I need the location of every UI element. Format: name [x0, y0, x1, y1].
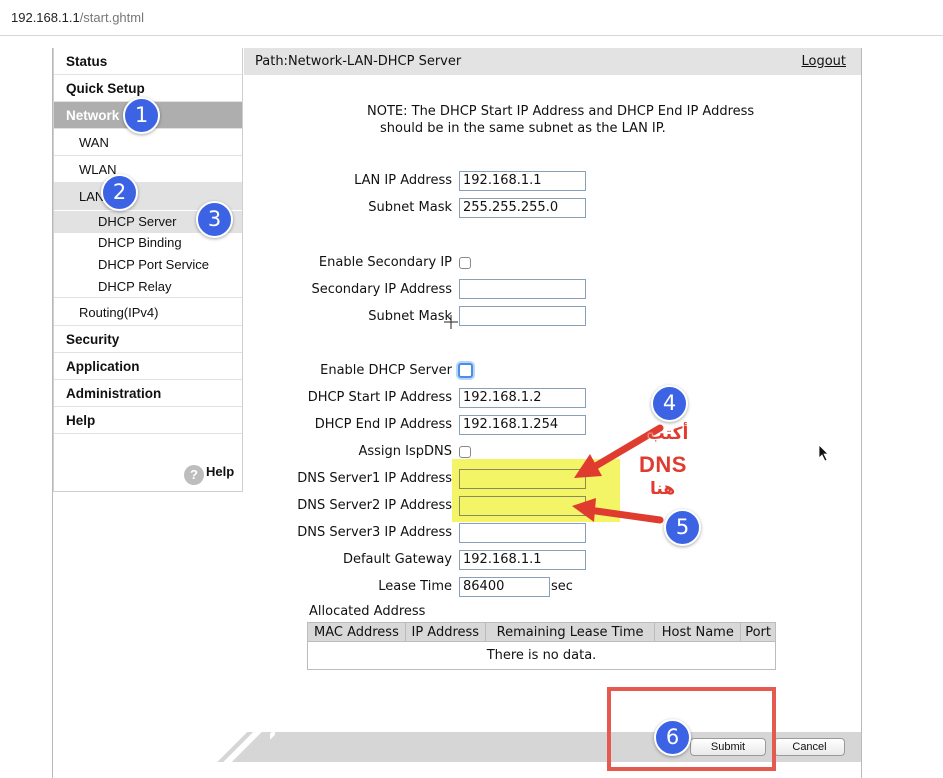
table-header-row: MAC Address IP Address Remaining Lease T… — [307, 622, 776, 642]
secondary-ip-input[interactable] — [459, 279, 586, 299]
sidebar-item-wan[interactable]: WAN — [54, 129, 242, 156]
subnet-mask-label: Subnet Mask — [368, 200, 452, 215]
lease-time-label: Lease Time — [378, 579, 452, 594]
column-header-host: Host Name — [654, 622, 742, 642]
table-empty-message: There is no data. — [307, 641, 776, 670]
secondary-subnet-mask-input[interactable] — [459, 306, 586, 326]
lease-time-input[interactable]: 86400 — [459, 577, 550, 597]
lan-ip-input[interactable]: 192.168.1.1 — [459, 171, 586, 191]
footer-corner — [215, 732, 270, 762]
dhcp-start-ip-label: DHCP Start IP Address — [307, 390, 452, 405]
lan-ip-label: LAN IP Address — [354, 173, 452, 188]
allocated-address-table: MAC Address IP Address Remaining Lease T… — [307, 622, 776, 670]
sidebar-item-security[interactable]: Security — [54, 326, 242, 353]
sidebar-item-help[interactable]: Help — [54, 407, 242, 434]
allocated-address-title: Allocated Address — [309, 604, 426, 619]
lease-time-unit: sec — [551, 579, 573, 594]
submit-highlight-box — [607, 687, 776, 771]
step-badge-6: 6 — [654, 719, 691, 756]
sidebar-item-wlan[interactable]: WLAN — [54, 156, 242, 183]
dns-server2-label: DNS Server2 IP Address — [297, 498, 452, 513]
annotation-dns: DNS — [639, 452, 687, 477]
step-badge-5: 5 — [664, 509, 701, 546]
path-header: Path:Network-LAN-DHCP Server Logout — [244, 48, 861, 75]
cancel-button[interactable]: Cancel — [774, 738, 845, 756]
dhcp-end-ip-label: DHCP End IP Address — [314, 417, 452, 432]
url-path: /start.ghtml — [79, 10, 144, 25]
help-link-label: Help — [206, 464, 235, 479]
enable-dhcp-server-label: Enable DHCP Server — [320, 363, 452, 378]
help-icon: ? — [184, 465, 204, 485]
dhcp-start-ip-input[interactable]: 192.168.1.2 — [459, 388, 586, 408]
step-badge-3: 3 — [196, 201, 233, 238]
help-link[interactable]: ? Help — [184, 464, 234, 485]
enable-dhcp-server-checkbox[interactable] — [458, 363, 473, 378]
dns-server3-label: DNS Server3 IP Address — [297, 525, 452, 540]
enable-secondary-ip-label: Enable Secondary IP — [318, 255, 452, 270]
url-host: 192.168.1.1 — [11, 10, 80, 25]
step-badge-2: 2 — [101, 174, 138, 211]
crosshair-cursor-icon — [444, 315, 458, 329]
url-text: 192.168.1.1/start.ghtml — [11, 10, 144, 25]
logout-link[interactable]: Logout — [801, 54, 846, 69]
column-header-ip: IP Address — [404, 622, 486, 642]
secondary-subnet-mask-label: Subnet Mask — [368, 309, 452, 324]
arrow-to-dns2-icon — [572, 498, 664, 524]
annotation-arabic-here: هنا — [650, 479, 676, 499]
default-gateway-input[interactable]: 192.168.1.1 — [459, 550, 586, 570]
annotation-arabic-write: أكتب — [647, 424, 689, 444]
sidebar-item-status[interactable]: Status — [54, 48, 242, 75]
column-header-port: Port — [740, 622, 776, 642]
default-gateway-label: Default Gateway — [342, 552, 452, 567]
breadcrumb: Path:Network-LAN-DHCP Server — [255, 54, 462, 69]
step-badge-1: 1 — [123, 97, 160, 134]
enable-secondary-ip-checkbox[interactable] — [459, 257, 471, 269]
table-row: There is no data. — [307, 641, 776, 670]
note-line-2: should be in the same subnet as the LAN … — [380, 121, 666, 136]
mouse-pointer-icon — [818, 444, 829, 462]
sidebar-item-application[interactable]: Application — [54, 353, 242, 380]
step-badge-4: 4 — [651, 385, 688, 422]
column-header-mac: MAC Address — [307, 622, 406, 642]
dns-server1-label: DNS Server1 IP Address — [297, 471, 452, 486]
note-line-1: NOTE: The DHCP Start IP Address and DHCP… — [367, 104, 755, 119]
sidebar-item-routing[interactable]: Routing(IPv4) — [54, 299, 242, 326]
sidebar-item-dhcp-relay[interactable]: DHCP Relay — [54, 276, 242, 298]
column-header-lease: Remaining Lease Time — [484, 622, 656, 642]
address-bar[interactable]: 192.168.1.1/start.ghtml — [0, 0, 943, 36]
subnet-mask-input[interactable]: 255.255.255.0 — [459, 198, 586, 218]
secondary-ip-label: Secondary IP Address — [311, 282, 452, 297]
sidebar-item-administration[interactable]: Administration — [54, 380, 242, 407]
assign-isp-dns-label: Assign IspDNS — [358, 444, 452, 459]
sidebar-item-dhcp-port-service[interactable]: DHCP Port Service — [54, 254, 242, 276]
assign-isp-dns-checkbox[interactable] — [459, 446, 471, 458]
